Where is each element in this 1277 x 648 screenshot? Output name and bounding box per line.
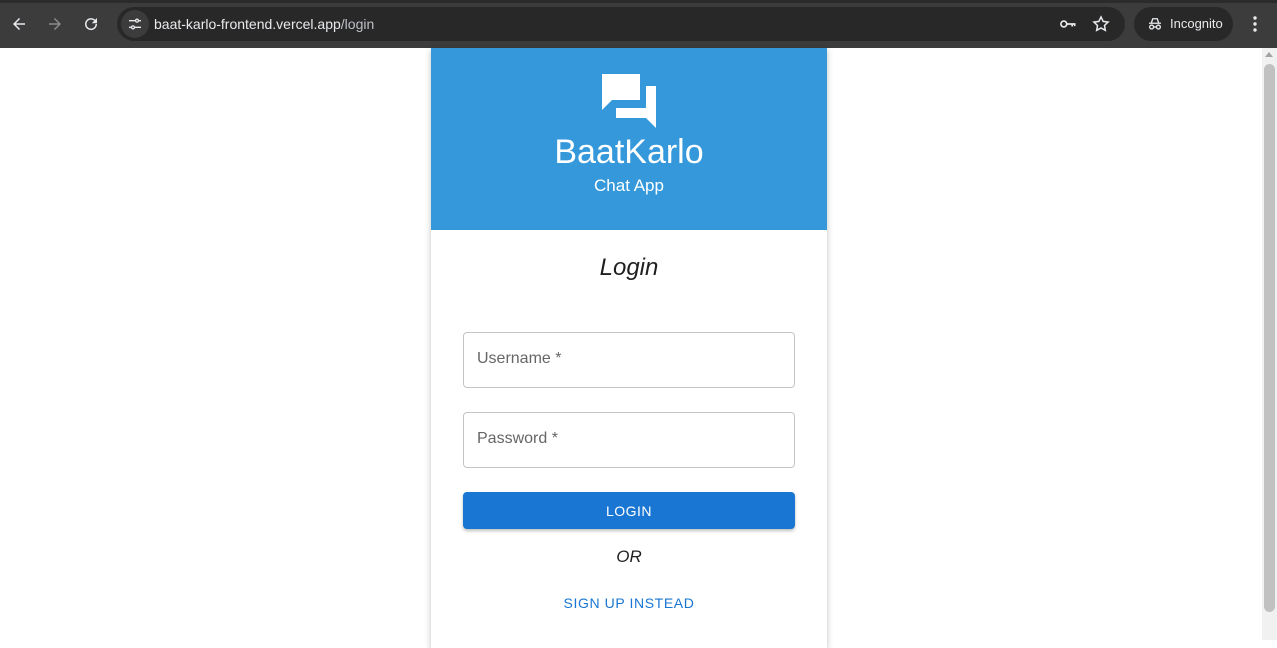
browser-menu-button[interactable] xyxy=(1243,10,1267,38)
arrow-left-icon xyxy=(13,18,25,30)
scrollbar-thumb[interactable] xyxy=(1264,64,1275,612)
username-field[interactable]: Username * xyxy=(463,332,795,388)
forward-button[interactable] xyxy=(41,10,69,38)
incognito-indicator[interactable]: Incognito xyxy=(1134,7,1233,41)
site-info-button[interactable] xyxy=(121,10,149,38)
incognito-label: Incognito xyxy=(1170,16,1223,31)
login-card: BaatKarlo Chat App Login Username * Pass… xyxy=(431,48,827,648)
browser-toolbar: baat-karlo-frontend.vercel.app/login Inc… xyxy=(0,0,1277,48)
page-title: Login xyxy=(599,254,659,281)
scroll-up-arrow[interactable] xyxy=(1265,52,1273,57)
url-path: /login xyxy=(340,16,375,32)
more-vert-icon xyxy=(1253,16,1257,32)
password-key-button[interactable] xyxy=(1058,14,1078,34)
password-field[interactable]: Password * xyxy=(463,412,795,468)
forum-chat-icon xyxy=(602,74,656,128)
url-text[interactable]: baat-karlo-frontend.vercel.app/login xyxy=(154,16,374,32)
app-brand: BaatKarlo xyxy=(554,133,704,171)
star-icon xyxy=(1092,15,1110,32)
reload-icon xyxy=(85,18,98,31)
signup-link[interactable]: SIGN UP INSTEAD xyxy=(431,595,827,611)
back-button[interactable] xyxy=(5,10,33,38)
username-placeholder: Username * xyxy=(477,350,562,367)
reload-button[interactable] xyxy=(77,10,105,38)
or-divider-text: OR xyxy=(616,547,642,566)
app-tagline: Chat App xyxy=(594,176,664,195)
url-host: baat-karlo-frontend.vercel.app xyxy=(154,16,341,32)
incognito-icon xyxy=(1149,18,1161,30)
tab-strip xyxy=(0,0,1277,3)
key-icon xyxy=(1060,20,1076,28)
app-header: BaatKarlo Chat App xyxy=(431,48,827,230)
password-placeholder: Password * xyxy=(477,430,558,447)
address-bar[interactable]: baat-karlo-frontend.vercel.app/login xyxy=(117,7,1125,41)
page-scrollbar[interactable] xyxy=(1262,48,1277,640)
tune-icon xyxy=(129,18,141,30)
arrow-right-icon xyxy=(49,18,61,30)
page-viewport: BaatKarlo Chat App Login Username * Pass… xyxy=(0,48,1277,648)
login-button[interactable]: LOGIN xyxy=(463,492,795,529)
bookmark-star-button[interactable] xyxy=(1091,14,1111,34)
